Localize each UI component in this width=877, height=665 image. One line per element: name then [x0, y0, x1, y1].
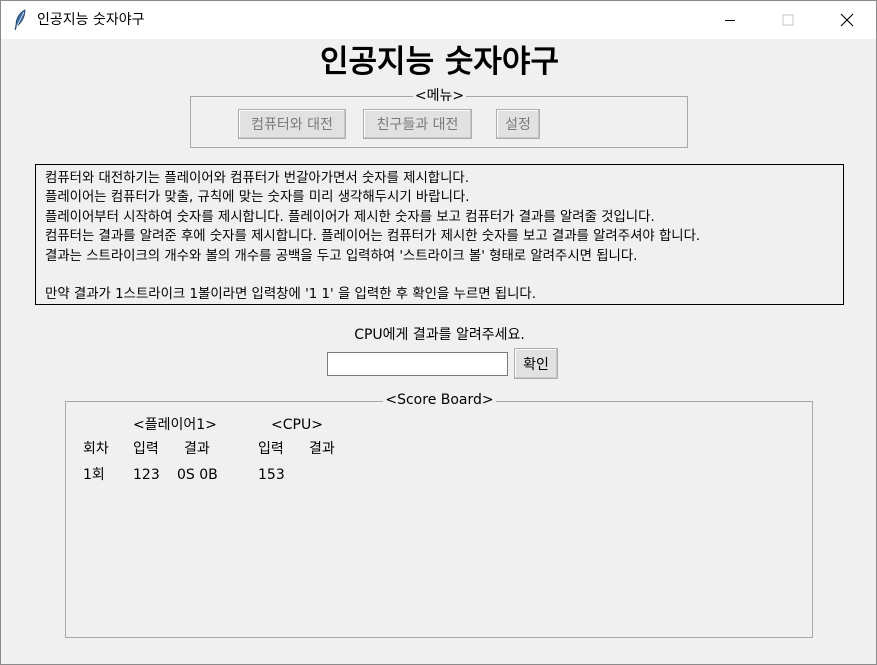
cpu-header: <CPU> [271, 417, 323, 433]
close-button[interactable] [818, 1, 876, 39]
vs-cpu-button[interactable]: 컴퓨터와 대전 [238, 109, 346, 139]
confirm-button[interactable]: 확인 [514, 348, 558, 379]
page-title: 인공지능 숫자야구 [320, 44, 559, 80]
close-icon [840, 13, 854, 27]
window-title: 인공지능 숫자야구 [37, 12, 145, 28]
maximize-icon [782, 14, 794, 26]
column-header-cpu-input: 입력 [258, 441, 284, 457]
feather-icon [14, 9, 26, 31]
player-result-cell: 0S 0B [177, 467, 218, 483]
instruction-line: 플레이어부터 시작하여 숫자를 제시합니다. 플레이어가 제시한 숫자를 보고 … [45, 209, 655, 225]
instructions-box: 컴퓨터와 대전하기는 플레이어와 컴퓨터가 번갈아가면서 숫자를 제시합니다. … [35, 164, 844, 305]
minimize-button[interactable] [701, 1, 759, 39]
vs-friends-button[interactable]: 친구들과 대전 [363, 109, 472, 139]
prompt-label: CPU에게 결과를 알려주세요. [354, 327, 525, 343]
menu-legend: <메뉴> [412, 88, 467, 104]
title-bar[interactable]: 인공지능 숫자야구 [1, 1, 876, 39]
app-window: 인공지능 숫자야구 인공지능 숫자야구 <메뉴> 컴퓨터와 대전 친구들과 대전… [0, 0, 877, 665]
instruction-line: 컴퓨터와 대전하기는 플레이어와 컴퓨터가 번갈아가면서 숫자를 제시합니다. [45, 171, 470, 186]
instruction-line: 결과는 스트라이크의 개수와 볼의 개수를 공백을 두고 입력하여 '스트라이크… [45, 248, 638, 264]
instruction-line: 컴퓨터는 결과를 알려준 후에 숫자를 제시합니다. 플레이어는 컴퓨터가 제시… [45, 229, 701, 245]
settings-button[interactable]: 설정 [496, 109, 540, 139]
maximize-button[interactable] [759, 1, 817, 39]
column-header-cpu-result: 결과 [309, 441, 335, 457]
player-header: <플레이어1> [133, 417, 217, 433]
round-cell: 1회 [83, 467, 105, 483]
column-header-player-input: 입력 [133, 441, 159, 457]
minimize-icon [725, 20, 735, 21]
instruction-line: 플레이어는 컴퓨터가 맞출, 규칙에 맞는 숫자를 미리 생각해두시기 바랍니다… [45, 190, 470, 206]
scoreboard-legend: <Score Board> [383, 392, 496, 408]
column-header-round: 회차 [83, 441, 109, 457]
instruction-line: 만약 결과가 1스트라이크 1볼이라면 입력창에 '1 1' 을 입력한 후 확… [45, 287, 536, 303]
column-header-player-result: 결과 [184, 441, 210, 457]
player-input-cell: 123 [133, 467, 160, 483]
scoreboard-frame [65, 401, 813, 638]
cpu-input-cell: 153 [258, 467, 285, 483]
instruction-line [45, 266, 843, 285]
answer-input[interactable] [327, 352, 508, 376]
